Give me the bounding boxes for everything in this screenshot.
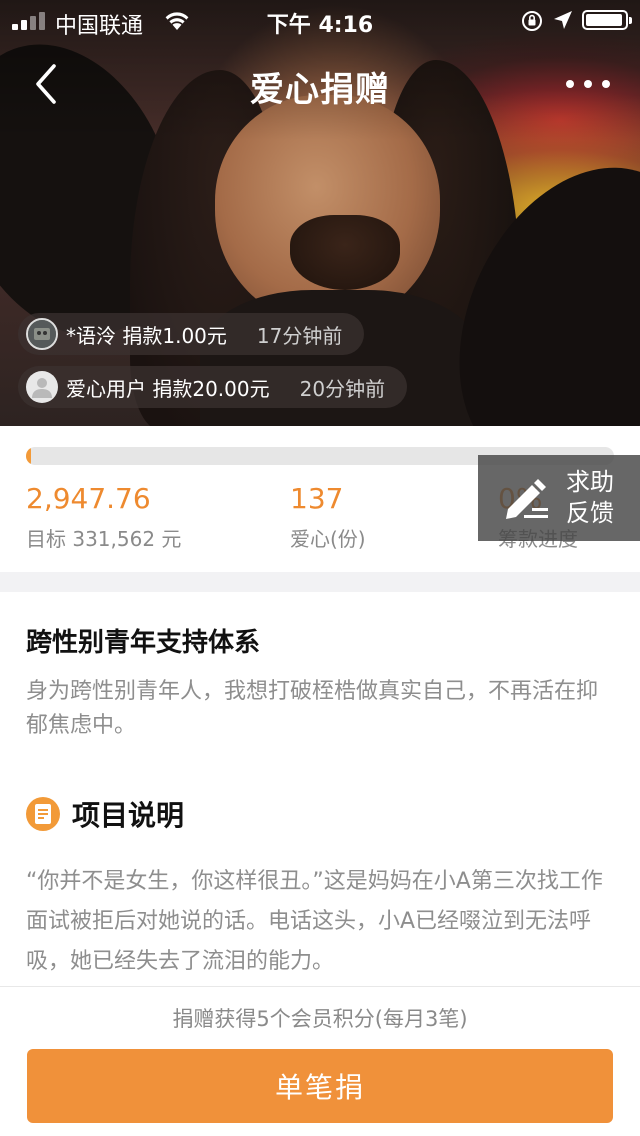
progress-fill — [26, 447, 32, 465]
project-title: 跨性别青年支持体系 — [26, 628, 261, 658]
donation-time: 17分钟前 — [256, 323, 343, 348]
donor-text: 爱心用户 捐款20.00元 — [66, 376, 270, 401]
single-donate-button[interactable]: 单笔捐 — [27, 1049, 613, 1123]
edit-pencil-icon — [502, 475, 550, 523]
help-feedback-label: 求助 反馈 — [566, 468, 614, 527]
points-note: 捐赠获得5个会员积分(每月3笔) — [172, 1007, 468, 1031]
location-icon — [552, 9, 574, 35]
section-divider — [0, 572, 640, 592]
status-bar: 中国联通 下午 4:16 — [0, 0, 640, 40]
donation-time: 20分钟前 — [299, 376, 386, 401]
document-icon — [26, 797, 60, 831]
project-subtitle: 身为跨性别青年人，我想打破桎梏做真实自己，不再活在抑郁焦虑中。 — [26, 679, 599, 738]
hearts-stat: 137 爱心(份) — [290, 482, 366, 552]
donor-text: *语泠 捐款1.00元 — [66, 323, 227, 348]
battery-icon — [582, 10, 632, 30]
hearts-label: 爱心(份) — [290, 527, 366, 551]
raised-stat: 2,947.76 目标 331,562 元 — [26, 482, 181, 552]
donation-ticker-item: *语泠 捐款1.00元 17分钟前 — [18, 313, 365, 355]
status-time: 下午 4:16 — [266, 13, 374, 38]
hero-photo-beard — [290, 215, 400, 290]
more-dots-icon[interactable] — [566, 70, 610, 98]
raised-amount: 2,947.76 — [26, 482, 151, 515]
user-photo-avatar — [26, 318, 58, 350]
section-title: 项目说明 — [72, 799, 185, 832]
project-description: “你并不是女生，你这样很丑。”这是妈妈在小A第三次找工作面试被拒后对她说的话。电… — [26, 869, 603, 974]
hearts-count: 137 — [290, 482, 344, 515]
help-feedback-button[interactable]: 求助 反馈 — [478, 455, 640, 541]
nav-bar: 爱心捐赠 — [0, 40, 640, 128]
battery-level — [586, 14, 622, 26]
target-label: 目标 331,562 元 — [26, 527, 182, 551]
footer: 捐赠获得5个会员积分(每月3笔) 单笔捐 — [0, 986, 640, 1136]
donation-ticker-item: 爱心用户 捐款20.00元 20分钟前 — [18, 366, 408, 408]
section-header: 项目说明 — [26, 796, 184, 832]
default-user-avatar — [26, 371, 58, 403]
page-title: 爱心捐赠 — [250, 70, 390, 110]
orientation-lock-icon — [520, 9, 544, 37]
